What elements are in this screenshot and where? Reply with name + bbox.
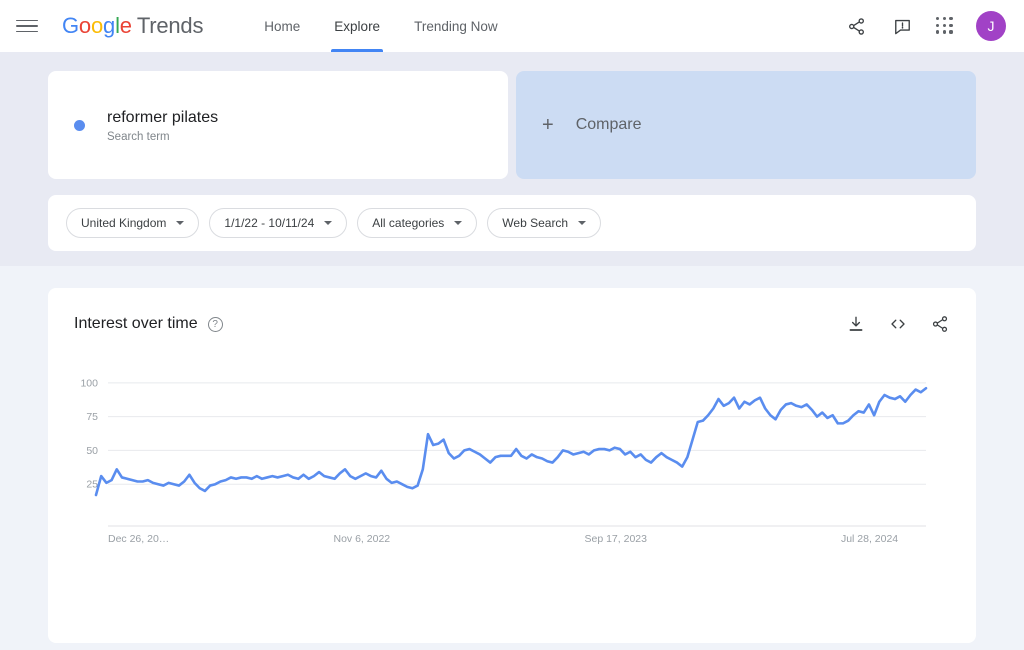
feedback-icon[interactable] (890, 14, 914, 38)
search-term-label: reformer pilates (107, 109, 219, 127)
chart-gridlines (108, 382, 926, 527)
chart-x-axis-labels: Dec 26, 20… Nov 6, 2022 Sep 17, 2023 Jul 28… (108, 533, 898, 545)
chevron-down-icon (176, 221, 185, 225)
search-term-type-label: Search term (107, 130, 170, 143)
filter-location[interactable]: United Kingdom (66, 208, 200, 238)
main-content: Interest over time ? 25 50 75 100 Dec 26… (0, 266, 1024, 643)
svg-text:Jul 28, 2024: Jul 28, 2024 (841, 533, 898, 545)
svg-text:75: 75 (86, 411, 98, 423)
filter-category-label: All categories (372, 216, 445, 230)
chevron-down-icon (454, 221, 463, 225)
share-icon[interactable] (844, 14, 868, 38)
compare-label: Compare (575, 116, 642, 133)
svg-text:100: 100 (80, 377, 98, 389)
svg-text:Dec 26, 20…: Dec 26, 20… (108, 533, 169, 545)
top-bar-actions: J (844, 11, 1006, 41)
query-cards-row: reformer pilates Search term + Compare (48, 71, 976, 179)
chevron-down-icon (578, 221, 587, 225)
chart-y-axis-labels: 255075100 (80, 377, 98, 490)
svg-text:Nov 6, 2022: Nov 6, 2022 (334, 533, 391, 545)
apps-grid-icon[interactable] (936, 17, 954, 35)
chevron-down-icon (324, 221, 333, 225)
nav-tab-trending-now-label: Trending Now (414, 18, 498, 34)
logo-letter-o2: o (90, 13, 104, 38)
avatar[interactable]: J (976, 11, 1006, 41)
share-icon[interactable] (930, 314, 950, 334)
google-trends-logo[interactable]: Google Trends (62, 13, 203, 39)
chart-header: Interest over time ? (74, 314, 950, 334)
chart-svg: 255075100 Dec 26, 20… Nov 6, 2022 Sep 17, … (80, 377, 928, 545)
main-nav-tabs: Home Explore Trending Now (247, 0, 514, 52)
nav-tab-explore[interactable]: Explore (317, 0, 397, 52)
logo-letter-o1: o (78, 13, 91, 38)
nav-tab-home[interactable]: Home (247, 0, 317, 52)
logo-product-name: Trends (136, 13, 204, 38)
plus-icon: + (542, 114, 554, 136)
filter-search-type-label: Web Search (502, 216, 569, 230)
interest-over-time-card: Interest over time ? 25 50 75 100 Dec 26… (48, 288, 976, 643)
svg-text:50: 50 (86, 445, 98, 457)
svg-text:Sep 17, 2023: Sep 17, 2023 (584, 533, 647, 545)
trend-line-path (94, 386, 928, 497)
filter-bar: United Kingdom 1/1/22 - 10/11/24 All cat… (48, 195, 976, 251)
query-band: reformer pilates Search term + Compare U… (0, 52, 1024, 266)
logo-letter-e: e (119, 13, 132, 38)
nav-tab-trending-now[interactable]: Trending Now (397, 0, 515, 52)
interest-over-time-chart[interactable]: 25 50 75 100 Dec 26, 20… Nov 6, 2022 Sep 17, … (48, 366, 976, 606)
filter-search-type[interactable]: Web Search (487, 208, 602, 238)
filter-location-label: United Kingdom (81, 216, 167, 230)
chart-action-buttons (846, 314, 950, 334)
nav-tab-home-label: Home (264, 18, 301, 34)
search-term-text-block: reformer pilates Search term (107, 107, 218, 143)
filter-date-range-label: 1/1/22 - 10/11/24 (224, 216, 315, 230)
avatar-initial: J (987, 18, 995, 34)
nav-tab-explore-label: Explore (334, 18, 381, 34)
logo-letter-g: G (62, 13, 79, 38)
compare-button[interactable]: + Compare (516, 71, 976, 179)
hamburger-menu-icon[interactable] (14, 13, 40, 39)
help-circle-icon[interactable]: ? (207, 316, 223, 332)
embed-code-icon[interactable] (888, 314, 908, 334)
search-term-card[interactable]: reformer pilates Search term (48, 71, 508, 179)
page-title: Interest over time (74, 315, 198, 332)
download-icon[interactable] (846, 314, 866, 334)
filter-date-range[interactable]: 1/1/22 - 10/11/24 (209, 208, 348, 238)
logo-letter-g2: g (103, 13, 116, 38)
filter-category[interactable]: All categories (357, 208, 478, 238)
series-color-dot-icon (74, 119, 85, 131)
top-navigation-bar: GoogleTrends Home Explore Trending Now (0, 0, 1024, 52)
